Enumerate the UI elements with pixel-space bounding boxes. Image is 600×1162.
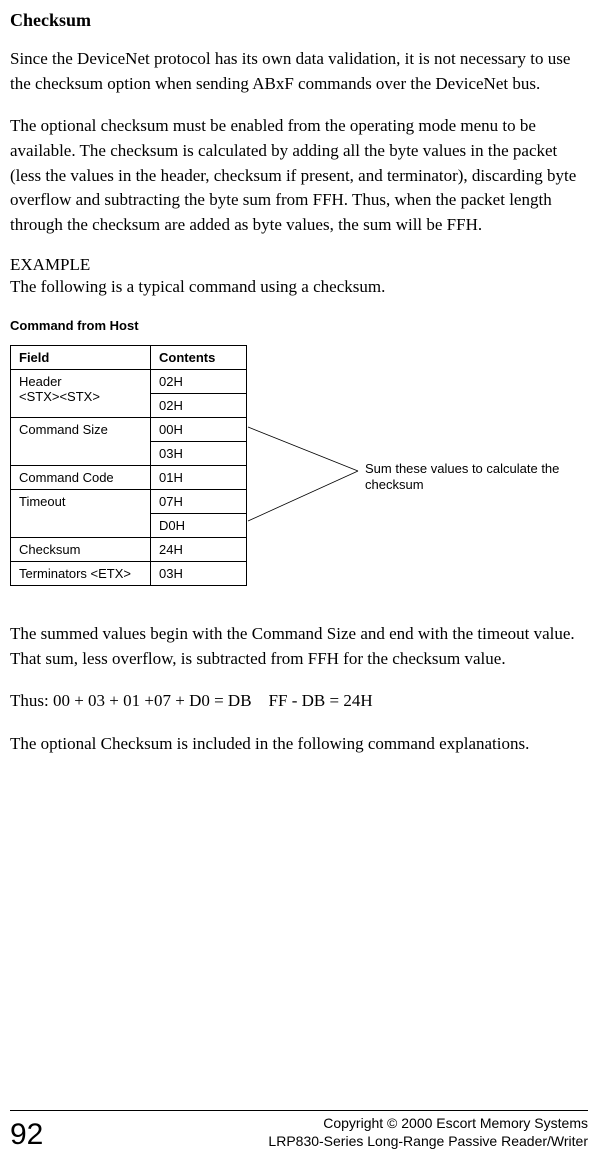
cell-contents: 24H — [151, 538, 247, 562]
footer-product: LRP830-Series Long-Range Passive Reader/… — [268, 1133, 588, 1151]
cell-field: Timeout — [11, 490, 151, 538]
cell-contents: 07H — [151, 490, 247, 514]
page-number: 92 — [10, 1120, 43, 1150]
cell-contents: 00H — [151, 418, 247, 442]
cell-field: Header <STX><STX> — [11, 370, 151, 418]
th-field: Field — [11, 346, 151, 370]
footer-divider — [10, 1110, 588, 1111]
cell-field: Terminators <ETX> — [11, 562, 151, 586]
cell-contents: 02H — [151, 370, 247, 394]
footer-copyright: Copyright © 2000 Escort Memory Systems — [268, 1115, 588, 1133]
example-label: EXAMPLE — [10, 255, 588, 275]
paragraph-5: The optional Checksum is included in the… — [10, 732, 588, 757]
cell-contents: 03H — [151, 562, 247, 586]
table-row: Command Code 01H — [11, 466, 247, 490]
cell-contents: 03H — [151, 442, 247, 466]
paragraph-4: Thus: 00 + 03 + 01 +07 + D0 = DB FF - DB… — [10, 689, 588, 714]
cell-field: Command Size — [11, 418, 151, 466]
page: Checksum Since the DeviceNet protocol ha… — [0, 0, 600, 1162]
paragraph-3: The summed values begin with the Command… — [10, 622, 588, 671]
table-caption: Command from Host — [10, 318, 588, 333]
paragraph-2: The optional checksum must be enabled fr… — [10, 114, 588, 237]
table-row: Terminators <ETX> 03H — [11, 562, 247, 586]
table-row: Checksum 24H — [11, 538, 247, 562]
cell-contents: D0H — [151, 514, 247, 538]
page-footer: 92 Copyright © 2000 Escort Memory System… — [10, 1110, 588, 1150]
footer-right: Copyright © 2000 Escort Memory Systems L… — [268, 1115, 588, 1150]
paragraph-1: Since the DeviceNet protocol has its own… — [10, 47, 588, 96]
annotation-text: Sum these values to calculate the checks… — [365, 461, 565, 494]
cell-field: Checksum — [11, 538, 151, 562]
cell-text: Header <STX><STX> — [19, 374, 100, 404]
section-title: Checksum — [10, 10, 588, 31]
table-header-row: Field Contents — [11, 346, 247, 370]
table-row: Header <STX><STX> 02H — [11, 370, 247, 394]
table-row: Timeout 07H — [11, 490, 247, 514]
table-row: Command Size 00H — [11, 418, 247, 442]
example-intro: The following is a typical command using… — [10, 275, 588, 300]
cell-field: Command Code — [11, 466, 151, 490]
command-table: Field Contents Header <STX><STX> 02H 02H… — [10, 345, 247, 586]
th-contents: Contents — [151, 346, 247, 370]
table-wrap: Field Contents Header <STX><STX> 02H 02H… — [10, 345, 588, 586]
cell-contents: 02H — [151, 394, 247, 418]
cell-contents: 01H — [151, 466, 247, 490]
